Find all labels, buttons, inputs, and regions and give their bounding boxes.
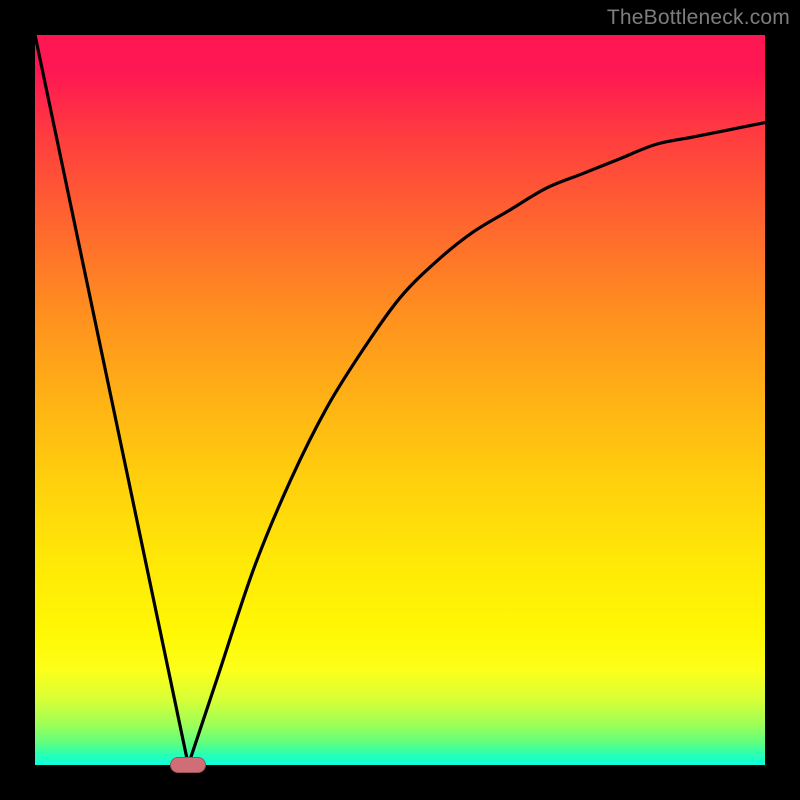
optimal-point-marker <box>170 757 206 773</box>
plot-area <box>35 35 765 765</box>
watermark-text: TheBottleneck.com <box>607 6 790 30</box>
curve-path <box>35 35 765 765</box>
bottleneck-curve <box>35 35 765 765</box>
chart-frame: TheBottleneck.com <box>0 0 800 800</box>
